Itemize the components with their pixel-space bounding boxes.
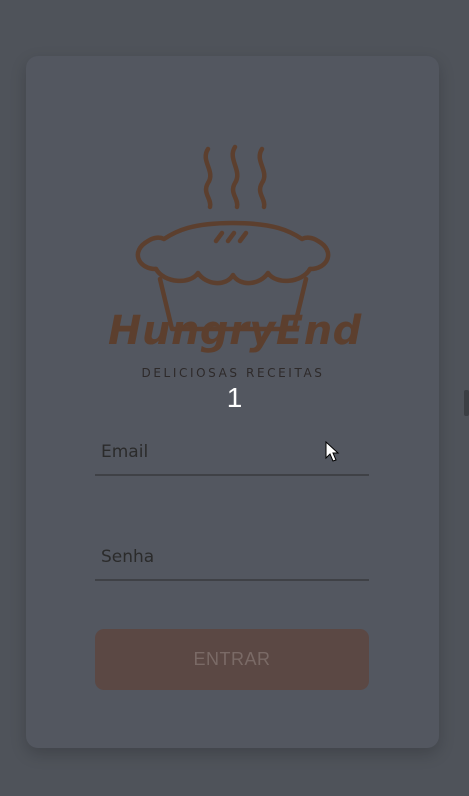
brand-name: HungryEnd xyxy=(108,308,362,354)
login-button[interactable]: ENTRAR xyxy=(95,629,369,690)
counter-value: 1 xyxy=(226,382,243,413)
brand-tagline: DELICIOSAS RECEITAS xyxy=(141,366,325,380)
password-input[interactable] xyxy=(95,535,369,579)
mouse-pointer-icon xyxy=(325,440,341,463)
scrollbar[interactable] xyxy=(464,390,469,416)
login-page: HungryEnd DELICIOSAS RECEITAS 1 ENTRAR xyxy=(0,0,469,796)
password-field[interactable] xyxy=(95,535,369,581)
